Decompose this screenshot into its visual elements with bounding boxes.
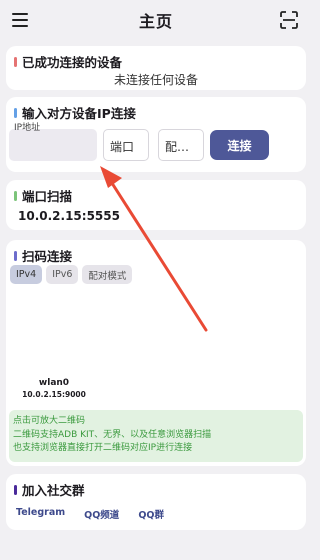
social-groups-card: 加入社交群 Telegram QQ频道 QQ群 <box>6 474 306 530</box>
section-title: 端口扫描 <box>22 189 73 204</box>
chip-pair-mode[interactable]: 配对模式 <box>82 265 133 284</box>
page-title: 主页 <box>138 12 173 31</box>
section-title: 已成功连接的设备 <box>22 55 123 70</box>
section-accent-bar <box>14 484 17 495</box>
connected-devices-card: 已成功连接的设备 未连接任何设备 <box>6 46 306 90</box>
chip-ipv4[interactable]: IPv4 <box>10 265 43 284</box>
qr-interface-address: 10.0.2.15:9000 <box>22 390 86 399</box>
pair-placeholder: 配… <box>165 140 190 154</box>
connect-button[interactable]: 连接 <box>210 130 269 160</box>
telegram-link[interactable]: Telegram <box>16 507 65 521</box>
qr-tip-box: 点击可放大二维码 二维码支持ADB KIT、无界、以及任意浏览器扫描 也支持浏览… <box>9 410 303 462</box>
qr-connect-card: 扫码连接 IPv4 IPv6 配对模式 wlan0 10.0.2.15:9000… <box>6 240 306 466</box>
ip-address-label: IP地址 <box>14 123 41 133</box>
section-accent-bar <box>14 190 17 201</box>
section-title: 加入社交群 <box>22 483 85 498</box>
qr-interface-name[interactable]: wlan0 <box>6 378 102 388</box>
tip-line: 点击可放大二维码 <box>13 416 86 426</box>
section-accent-bar <box>14 250 17 261</box>
port-scan-card: 端口扫描 10.0.2.15:5555 <box>6 180 306 230</box>
section-accent-bar <box>14 56 17 67</box>
scan-icon[interactable] <box>280 11 298 29</box>
ip-address-input[interactable]: IP地址 <box>9 123 97 161</box>
app-bar: 主页 <box>0 0 312 40</box>
pair-code-input[interactable]: 配… <box>158 129 204 161</box>
scanned-address[interactable]: 10.0.2.15:5555 <box>18 209 120 223</box>
port-input[interactable]: 端口 <box>103 129 149 161</box>
menu-icon[interactable] <box>12 13 28 27</box>
ip-connect-card: 输入对方设备IP连接 IP地址 端口 配… 连接 <box>6 97 306 172</box>
qr-mode-chips: IPv4 IPv6 配对模式 <box>10 265 133 284</box>
port-placeholder: 端口 <box>110 140 135 154</box>
chip-ipv6[interactable]: IPv6 <box>46 265 79 284</box>
qq-group-link[interactable]: QQ群 <box>138 507 164 521</box>
social-links: Telegram QQ频道 QQ群 <box>16 507 183 521</box>
empty-devices-text: 未连接任何设备 <box>113 73 198 87</box>
qq-channel-link[interactable]: QQ频道 <box>84 507 119 521</box>
tip-line: 二维码支持ADB KIT、无界、以及任意浏览器扫描 <box>13 429 212 440</box>
section-title: 扫码连接 <box>22 249 73 264</box>
section-accent-bar <box>14 107 17 118</box>
tip-line: 也支持浏览器直接打开二维码对应IP进行连接 <box>13 443 193 453</box>
